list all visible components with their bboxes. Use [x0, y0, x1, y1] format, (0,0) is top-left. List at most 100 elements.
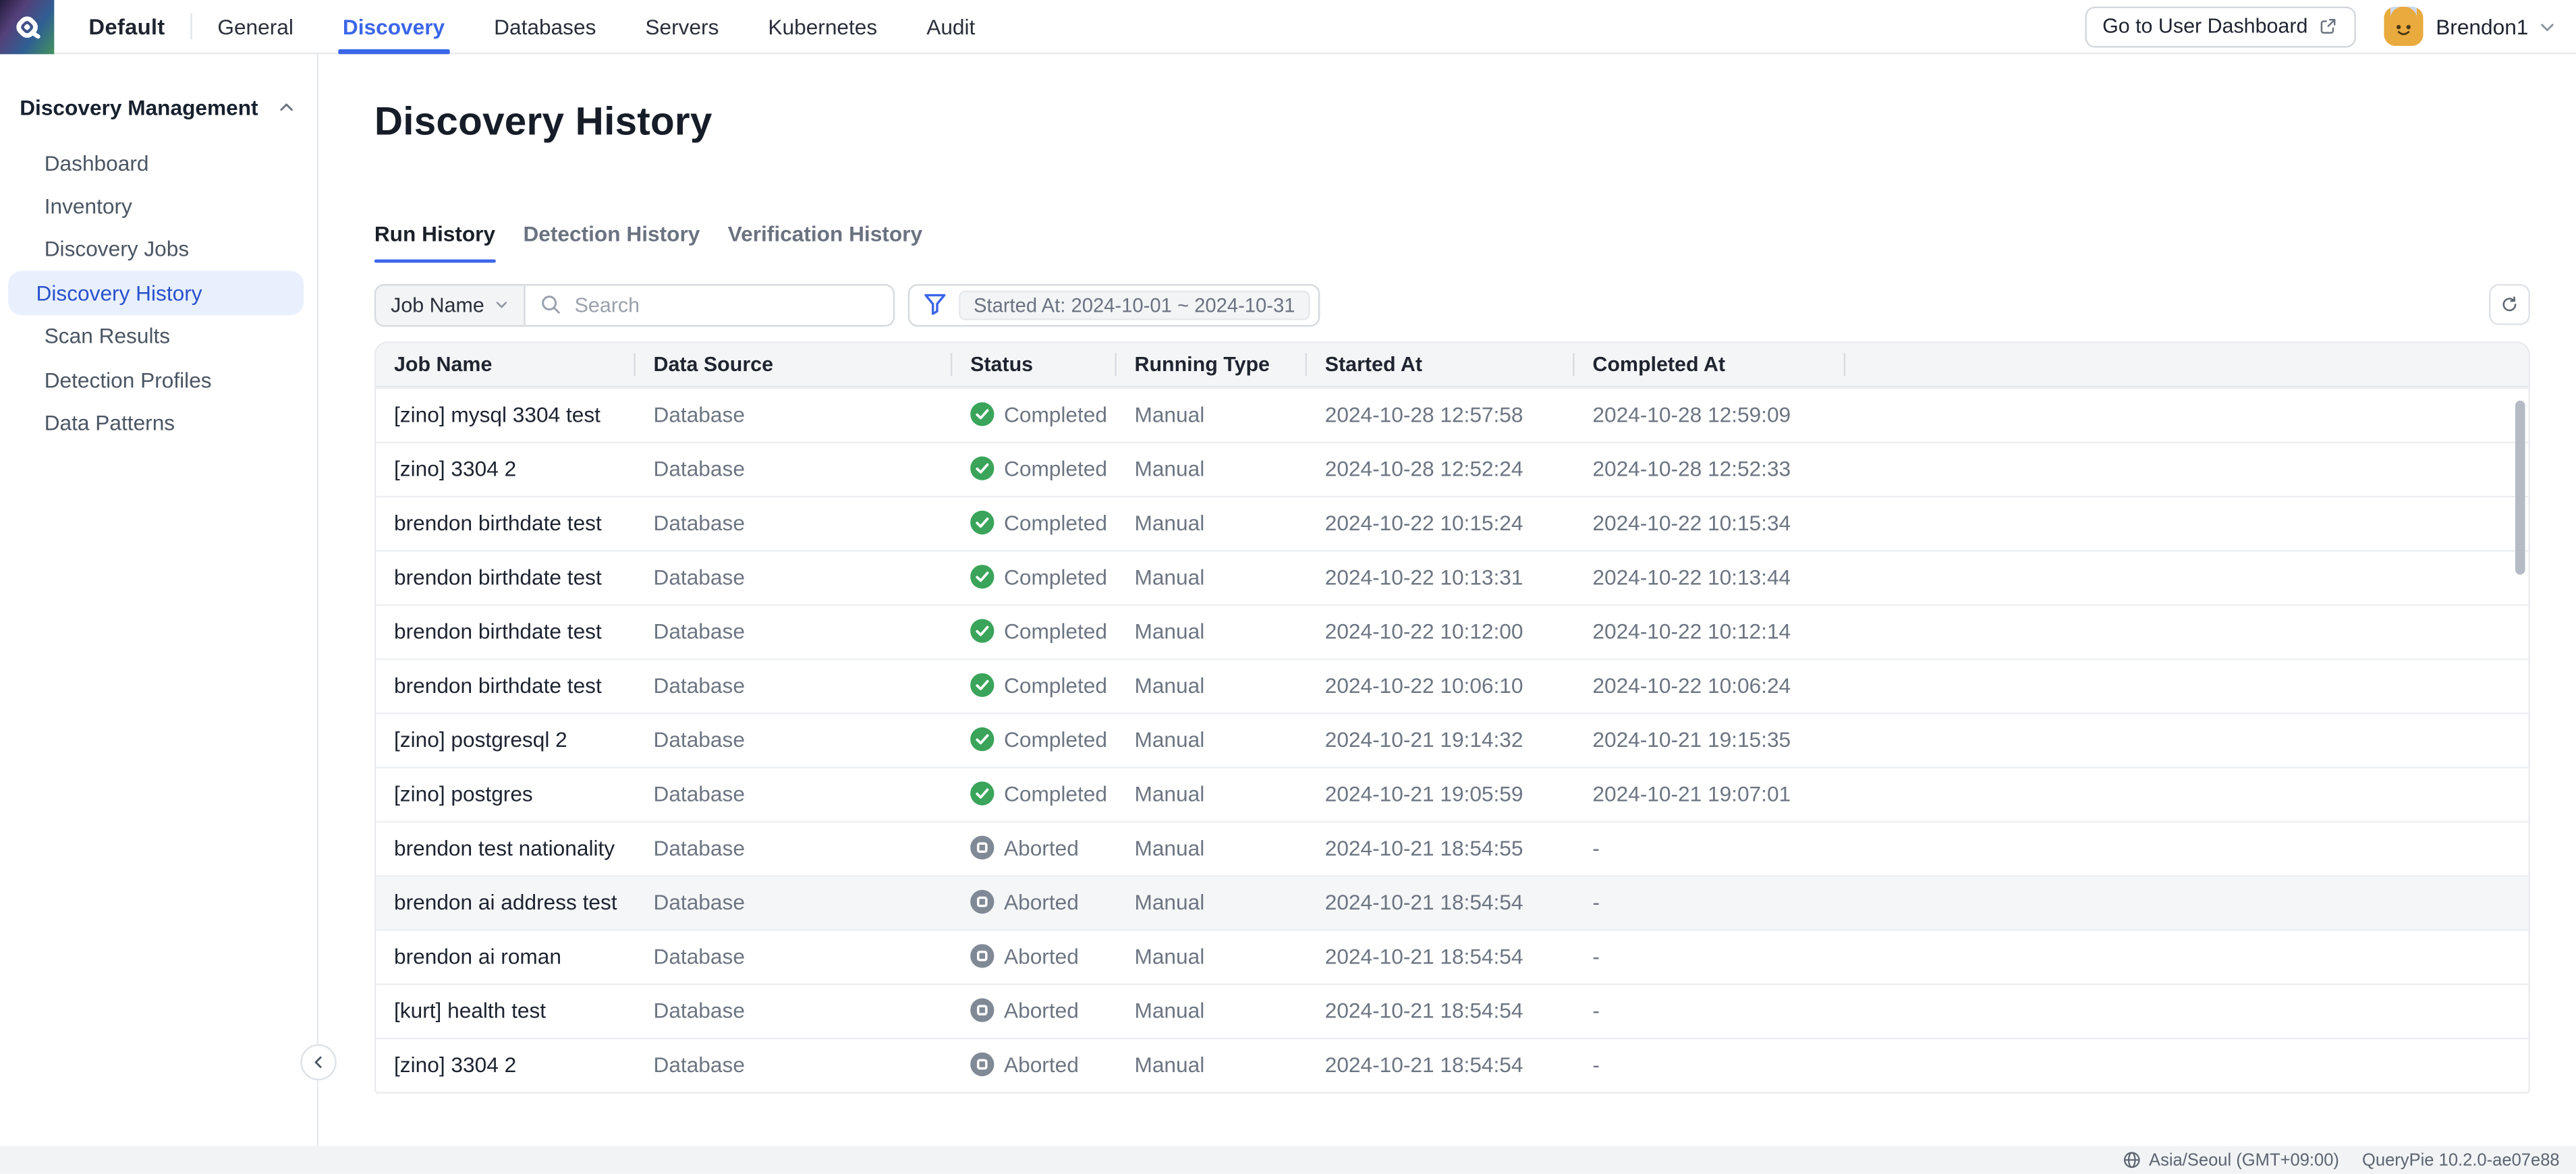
nav-item[interactable]: Kubernetes: [768, 0, 877, 53]
table-header-cell: Started At: [1307, 342, 1575, 385]
table-row[interactable]: [zino] 3304 2 Database Completed: [376, 441, 2528, 495]
nav-divider: [191, 13, 192, 39]
status-label: Completed: [1004, 402, 1107, 427]
cell-running-type: Manual: [1117, 388, 1307, 441]
completed-icon: [970, 457, 994, 480]
cell-completed-at: 2024-10-22 10:13:44: [1575, 551, 1846, 603]
cell-data-source: Database: [636, 443, 953, 495]
table-header-cell: Data Source: [636, 342, 953, 385]
cell-job-name: [kurt] health test: [376, 984, 635, 1037]
table-row[interactable]: brendon test nationality Database Aborte…: [376, 820, 2528, 874]
sidebar-item[interactable]: Detection Profiles: [8, 358, 304, 401]
cell-status: Aborted: [952, 822, 1116, 874]
cell-running-type: Manual: [1117, 659, 1307, 712]
table-row[interactable]: [zino] mysql 3304 test Database Complete…: [376, 387, 2528, 441]
cell-data-source: Database: [636, 876, 953, 928]
cell-job-name: [zino] postgres: [376, 768, 635, 820]
status-label: Completed: [1004, 781, 1107, 806]
aborted-icon: [970, 891, 994, 914]
cell-started-at: 2024-10-21 18:54:55: [1307, 822, 1575, 874]
table-row[interactable]: brendon birthdate test Database Complete…: [376, 658, 2528, 712]
sidebar-item[interactable]: Inventory: [8, 184, 304, 227]
cell-completed-at: 2024-10-21 19:07:01: [1575, 768, 1846, 820]
table-row[interactable]: [zino] 3304 2 Database Aborted: [376, 1037, 2528, 1091]
sidebar-item[interactable]: Discovery History: [8, 271, 304, 314]
completed-icon: [970, 673, 994, 697]
nav-item[interactable]: Audit: [926, 0, 975, 53]
cell-data-source: Database: [636, 1038, 953, 1091]
completed-icon: [970, 403, 994, 426]
sidebar-collapse-button[interactable]: [300, 1044, 337, 1081]
cell-filler: [1845, 388, 2528, 441]
status-label: Completed: [1004, 511, 1107, 536]
started-at-filter-badge[interactable]: Started At: 2024-10-01 ~ 2024-10-31: [959, 289, 1310, 319]
status-label: Aborted: [1004, 944, 1079, 969]
nav-item[interactable]: General: [217, 0, 293, 53]
cell-status: Completed: [952, 605, 1116, 658]
cell-started-at: 2024-10-21 19:05:59: [1307, 768, 1575, 820]
cell-status: Aborted: [952, 876, 1116, 928]
cell-started-at: 2024-10-21 18:54:54: [1307, 1038, 1575, 1091]
cell-started-at: 2024-10-22 10:15:24: [1307, 497, 1575, 549]
table-row[interactable]: [zino] postgres Database Completed: [376, 766, 2528, 820]
cell-filler: [1845, 443, 2528, 495]
table-header-cell: Status: [952, 342, 1116, 385]
filter-toolbar: Job Name Started At: 2: [374, 283, 2530, 326]
cell-status: Completed: [952, 713, 1116, 766]
sidebar-section-header[interactable]: Discovery Management: [0, 95, 317, 120]
status-label: Completed: [1004, 619, 1107, 644]
table-row[interactable]: brendon birthdate test Database Complete…: [376, 549, 2528, 603]
cell-filler: [1845, 551, 2528, 603]
table-row[interactable]: [zino] postgresql 2 Database Completed: [376, 712, 2528, 766]
sidebar-item[interactable]: Discovery Jobs: [8, 228, 304, 271]
go-to-user-dashboard-button[interactable]: Go to User Dashboard: [2084, 6, 2355, 47]
filter-funnel-icon[interactable]: [923, 292, 948, 317]
tab[interactable]: Verification History: [728, 222, 922, 263]
completed-icon: [970, 511, 994, 534]
content-area: Discovery History Run History Detection …: [318, 54, 2576, 1146]
cell-completed-at: 2024-10-28 12:52:33: [1575, 443, 1846, 495]
table-row[interactable]: [kurt] health test Database Aborted: [376, 982, 2528, 1036]
cell-running-type: Manual: [1117, 713, 1307, 766]
tab[interactable]: Run History: [374, 222, 495, 263]
table-row[interactable]: brendon ai roman Database Aborted: [376, 928, 2528, 982]
cell-filler: [1845, 984, 2528, 1037]
sidebar-item[interactable]: Scan Results: [8, 314, 304, 358]
completed-icon: [970, 728, 994, 752]
cell-started-at: 2024-10-28 12:52:24: [1307, 443, 1575, 495]
cell-running-type: Manual: [1117, 497, 1307, 549]
cell-filler: [1845, 605, 2528, 658]
sidebar-item[interactable]: Dashboard: [8, 141, 304, 184]
cell-status: Aborted: [952, 1038, 1116, 1091]
chevron-up-icon: [277, 99, 296, 117]
nav-item[interactable]: Discovery: [343, 0, 445, 53]
cell-running-type: Manual: [1117, 1038, 1307, 1091]
nav-item[interactable]: Databases: [494, 0, 596, 53]
cell-started-at: 2024-10-22 10:12:00: [1307, 605, 1575, 658]
table-row[interactable]: brendon ai address test Database Aborted: [376, 874, 2528, 928]
cell-completed-at: 2024-10-28 12:59:09: [1575, 388, 1846, 441]
table-header-cell: Running Type: [1117, 342, 1307, 385]
table-row[interactable]: brendon birthdate test Database Complete…: [376, 603, 2528, 657]
cell-completed-at: -: [1575, 984, 1846, 1037]
workspace-name: Default: [88, 14, 165, 39]
cell-started-at: 2024-10-22 10:06:10: [1307, 659, 1575, 712]
table-row[interactable]: brendon birthdate test Database Complete…: [376, 495, 2528, 549]
querypie-logo[interactable]: [0, 0, 54, 53]
cell-data-source: Database: [636, 822, 953, 874]
search-input[interactable]: [571, 291, 878, 318]
tab[interactable]: Detection History: [523, 222, 700, 263]
search-field-selector[interactable]: Job Name: [376, 285, 525, 324]
cell-job-name: brendon birthdate test: [376, 605, 635, 658]
chevron-down-icon: [494, 297, 509, 312]
nav-item[interactable]: Servers: [645, 0, 719, 53]
cell-running-type: Manual: [1117, 930, 1307, 983]
status-label: Aborted: [1004, 1053, 1079, 1078]
timezone-indicator[interactable]: Asia/Seoul (GMT+09:00): [2123, 1150, 2339, 1170]
sidebar-item[interactable]: Data Patterns: [8, 401, 304, 445]
status-label: Aborted: [1004, 999, 1079, 1024]
user-menu[interactable]: Brendon1: [2355, 7, 2556, 46]
table-scrollbar-thumb[interactable]: [2515, 400, 2525, 574]
refresh-button[interactable]: [2489, 284, 2530, 325]
status-label: Aborted: [1004, 890, 1079, 915]
